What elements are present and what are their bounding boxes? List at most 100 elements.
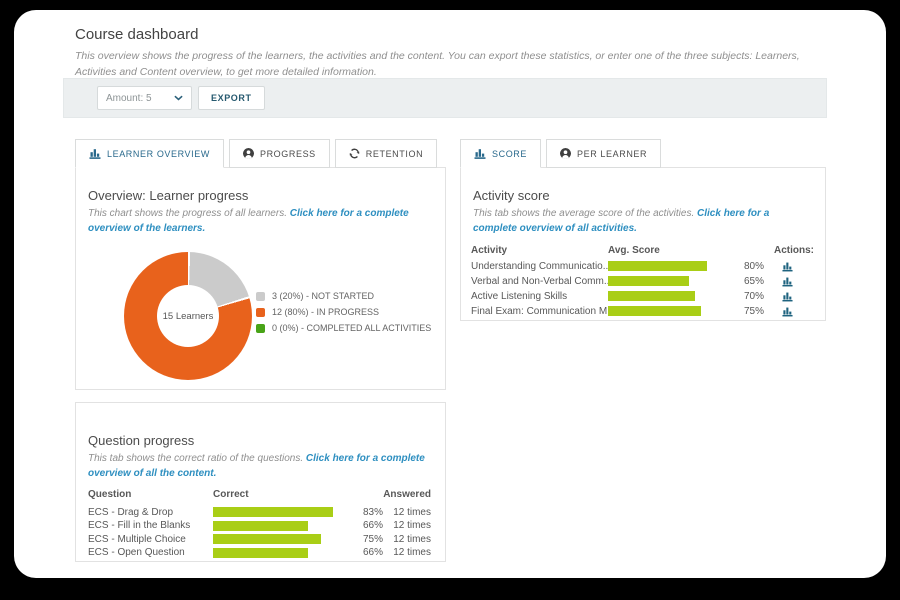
table-row: ECS - Drag & Drop 83% 12 times: [88, 506, 431, 520]
correct-value: 66%: [357, 547, 383, 558]
score-bar-fill: [608, 276, 689, 286]
tab-learner-overview[interactable]: LEARNER OVERVIEW: [75, 139, 224, 168]
correct-bar-track: [213, 548, 357, 558]
score-bar: [608, 306, 732, 316]
legend-label: 3 (20%) - NOT STARTED: [272, 291, 374, 301]
panel-description-text: This tab shows the average score of the …: [473, 208, 694, 219]
score-bar-track: [608, 291, 732, 301]
table-header-row: Question Correct Answered: [88, 486, 431, 503]
column-header-actions: Actions:: [774, 245, 814, 256]
score-bar-fill: [608, 291, 695, 301]
activity-name: Verbal and Non-Verbal Comm...: [471, 276, 608, 287]
activity-name: Final Exam: Communication M...: [471, 306, 608, 317]
score-value: 75%: [732, 306, 774, 317]
answered-value: 12 times: [383, 507, 431, 518]
correct-bar-fill: [213, 521, 308, 531]
activity-name: Active Listening Skills: [471, 291, 608, 302]
amount-select-value: Amount: 5: [106, 93, 152, 104]
activity-stats-icon[interactable]: [782, 291, 793, 302]
question-name: ECS - Open Question: [88, 547, 213, 558]
legend-swatch: [256, 324, 265, 333]
answered-value: 12 times: [383, 520, 431, 531]
correct-value: 83%: [357, 507, 383, 518]
donut-center: 15 Learners: [157, 285, 219, 347]
correct-bar: [213, 548, 357, 558]
panel-description: This tab shows the average score of the …: [473, 206, 811, 236]
score-bar-track: [608, 306, 732, 316]
panel-title: Activity score: [473, 188, 813, 204]
table-row: ECS - Open Question 66% 12 times: [88, 546, 431, 560]
correct-bar-track: [213, 507, 357, 517]
legend-swatch: [256, 308, 265, 317]
panel-title: Question progress: [88, 433, 433, 449]
score-bar-fill: [608, 306, 701, 316]
legend-swatch: [256, 292, 265, 301]
correct-bar-fill: [213, 507, 333, 517]
tab-progress[interactable]: PROGRESS: [229, 139, 330, 168]
score-value: 80%: [732, 261, 774, 272]
tab-label: LEARNER OVERVIEW: [107, 149, 210, 159]
legend-item: 12 (80%) - IN PROGRESS: [256, 307, 431, 317]
export-button[interactable]: EXPORT: [198, 86, 265, 110]
user-icon: [243, 148, 254, 159]
action-cell: [774, 291, 811, 302]
legend-item: 0 (0%) - COMPLETED ALL ACTIVITIES: [256, 323, 431, 333]
question-name: ECS - Drag & Drop: [88, 507, 213, 518]
tab-per-learner[interactable]: PER LEARNER: [546, 139, 661, 168]
tab-label: RETENTION: [366, 149, 423, 159]
answered-value: 12 times: [383, 534, 431, 545]
dashboard-card: Course dashboard This overview shows the…: [14, 10, 886, 578]
score-value: 70%: [732, 291, 774, 302]
activity-stats-icon[interactable]: [782, 306, 793, 317]
column-header-answered: Answered: [383, 489, 431, 500]
correct-bar: [213, 534, 357, 544]
score-tab-group: SCORE PER LEARNER: [460, 139, 661, 168]
correct-bar: [213, 521, 357, 531]
score-bar: [608, 261, 732, 271]
correct-value: 75%: [357, 534, 383, 545]
correct-bar: [213, 507, 357, 517]
panel-description: This tab shows the correct ratio of the …: [88, 451, 431, 481]
table-row: Understanding Communicatio... 80%: [471, 259, 811, 274]
correct-bar-track: [213, 534, 357, 544]
tab-score[interactable]: SCORE: [460, 139, 541, 168]
table-row: Final Exam: Communication M... 75%: [471, 304, 811, 319]
action-cell: [774, 261, 811, 272]
table-row: Active Listening Skills 70%: [471, 289, 811, 304]
column-header-activity: Activity: [471, 245, 608, 256]
learner-tab-group: LEARNER OVERVIEW PROGRESS RETENTION: [75, 139, 437, 168]
legend-item: 3 (20%) - NOT STARTED: [256, 291, 431, 301]
panel-title: Overview: Learner progress: [88, 188, 433, 204]
score-bar: [608, 291, 732, 301]
tab-label: PROGRESS: [260, 149, 316, 159]
table-header-row: Activity Avg. Score Actions:: [471, 242, 811, 259]
column-header-correct: Correct: [213, 489, 357, 500]
answered-value: 12 times: [383, 547, 431, 558]
table-row: Verbal and Non-Verbal Comm... 65%: [471, 274, 811, 289]
bar-chart-icon: [474, 148, 486, 159]
tab-retention[interactable]: RETENTION: [335, 139, 437, 168]
panel-description-text: This tab shows the correct ratio of the …: [88, 453, 303, 464]
activity-name: Understanding Communicatio...: [471, 261, 608, 272]
learner-overview-panel: Overview: Learner progress This chart sh…: [75, 167, 446, 390]
score-bar-fill: [608, 261, 707, 271]
activity-stats-icon[interactable]: [782, 261, 793, 272]
correct-bar-fill: [213, 548, 308, 558]
table-row: ECS - Multiple Choice 75% 12 times: [88, 533, 431, 547]
amount-select[interactable]: Amount: 5: [97, 86, 192, 110]
score-value: 65%: [732, 276, 774, 287]
page-description: This overview shows the progress of the …: [75, 49, 837, 81]
chart-legend: 3 (20%) - NOT STARTED 12 (80%) - IN PROG…: [256, 291, 431, 333]
question-name: ECS - Multiple Choice: [88, 534, 213, 545]
chevron-down-icon: [174, 95, 183, 101]
activity-stats-icon[interactable]: [782, 276, 793, 287]
toolbar: Amount: 5 EXPORT: [63, 78, 827, 118]
correct-value: 66%: [357, 520, 383, 531]
score-bar-track: [608, 261, 732, 271]
activity-score-panel: Activity score This tab shows the averag…: [460, 167, 826, 321]
legend-label: 12 (80%) - IN PROGRESS: [272, 307, 379, 317]
action-cell: [774, 276, 811, 287]
action-cell: [774, 306, 811, 317]
donut-center-label: 15 Learners: [163, 311, 214, 322]
panel-description: This chart shows the progress of all lea…: [88, 206, 431, 236]
